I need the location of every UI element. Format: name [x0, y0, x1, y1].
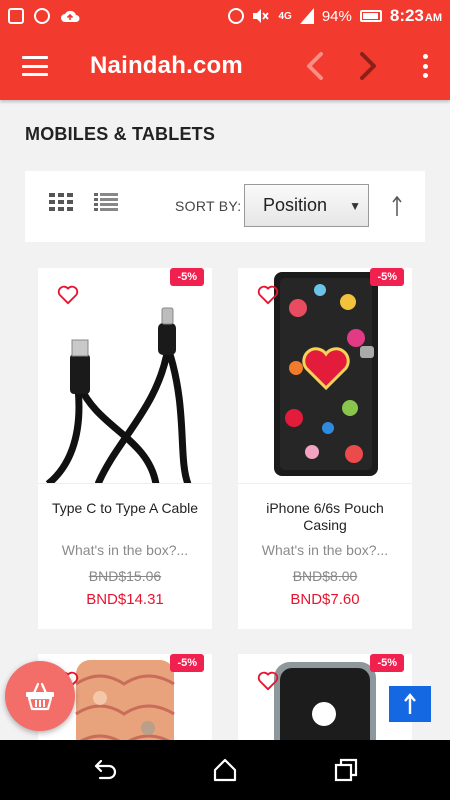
- cloud-upload-icon: [61, 10, 80, 22]
- product-card[interactable]: -5% Type C to Type A Cable What's in the…: [38, 268, 212, 629]
- battery-percentage: 94%: [321, 7, 352, 25]
- clock: 8:23AM: [390, 6, 442, 26]
- discount-badge: -5%: [170, 268, 204, 286]
- home-icon[interactable]: [212, 757, 238, 783]
- sort-select[interactable]: Position ▼: [244, 184, 369, 227]
- listing-toolbar: SORT BY: Position ▼: [25, 171, 425, 242]
- network-type: 4G: [278, 10, 292, 22]
- clock-ampm: AM: [424, 12, 442, 24]
- signal-icon: [299, 8, 314, 24]
- basket-icon: [26, 682, 54, 711]
- sort-select-value: Position: [263, 195, 328, 215]
- hamburger-icon[interactable]: [22, 56, 48, 76]
- heart-icon[interactable]: [257, 671, 279, 691]
- do-not-disturb-icon: [228, 8, 245, 24]
- sort-label: SORT BY:: [175, 198, 242, 214]
- product-card[interactable]: -5% iPhone 6/6s Pouch Casing What's in t…: [238, 268, 412, 629]
- old-price: BND$15.06: [88, 568, 162, 584]
- discount-badge: -5%: [370, 268, 404, 286]
- app-title: Naindah.com: [90, 52, 243, 79]
- discount-badge: -5%: [170, 654, 204, 672]
- cart-button[interactable]: [5, 661, 75, 731]
- mute-icon: [253, 9, 270, 23]
- arrow-up-icon: [404, 693, 416, 714]
- chevron-left-icon[interactable]: [303, 50, 327, 82]
- new-price: BND$14.31: [86, 591, 164, 608]
- back-icon[interactable]: [92, 757, 118, 783]
- clock-time: 8:23: [389, 6, 424, 25]
- grid-view-icon[interactable]: [49, 193, 73, 211]
- heart-icon[interactable]: [57, 285, 79, 305]
- app-bar: Naindah.com: [0, 32, 450, 100]
- product-description: What's in the box?...: [261, 542, 389, 558]
- download-icon: [34, 8, 50, 24]
- battery-icon: [359, 10, 382, 22]
- system-nav-bar: [0, 740, 450, 800]
- caret-down-icon: ▼: [349, 199, 361, 213]
- product-name[interactable]: Type C to Type A Cable: [48, 500, 202, 517]
- recent-apps-icon[interactable]: [333, 757, 359, 783]
- sort-direction-icon[interactable]: [391, 195, 403, 217]
- kebab-icon[interactable]: [422, 54, 428, 78]
- page-title: MOBILES & TABLETS: [25, 124, 216, 144]
- list-view-icon[interactable]: [94, 193, 118, 211]
- back-to-top-button[interactable]: [389, 686, 431, 722]
- heart-icon[interactable]: [257, 285, 279, 305]
- product-name[interactable]: iPhone 6/6s Pouch Casing: [248, 500, 402, 534]
- new-price: BND$7.60: [290, 591, 360, 608]
- product-description: What's in the box?...: [61, 542, 189, 558]
- discount-badge: -5%: [370, 654, 404, 672]
- screen-icon: [8, 8, 24, 24]
- old-price: BND$8.00: [292, 568, 358, 584]
- status-bar: 4G 94% 8:23AM: [0, 0, 450, 32]
- chevron-right-icon[interactable]: [356, 50, 380, 82]
